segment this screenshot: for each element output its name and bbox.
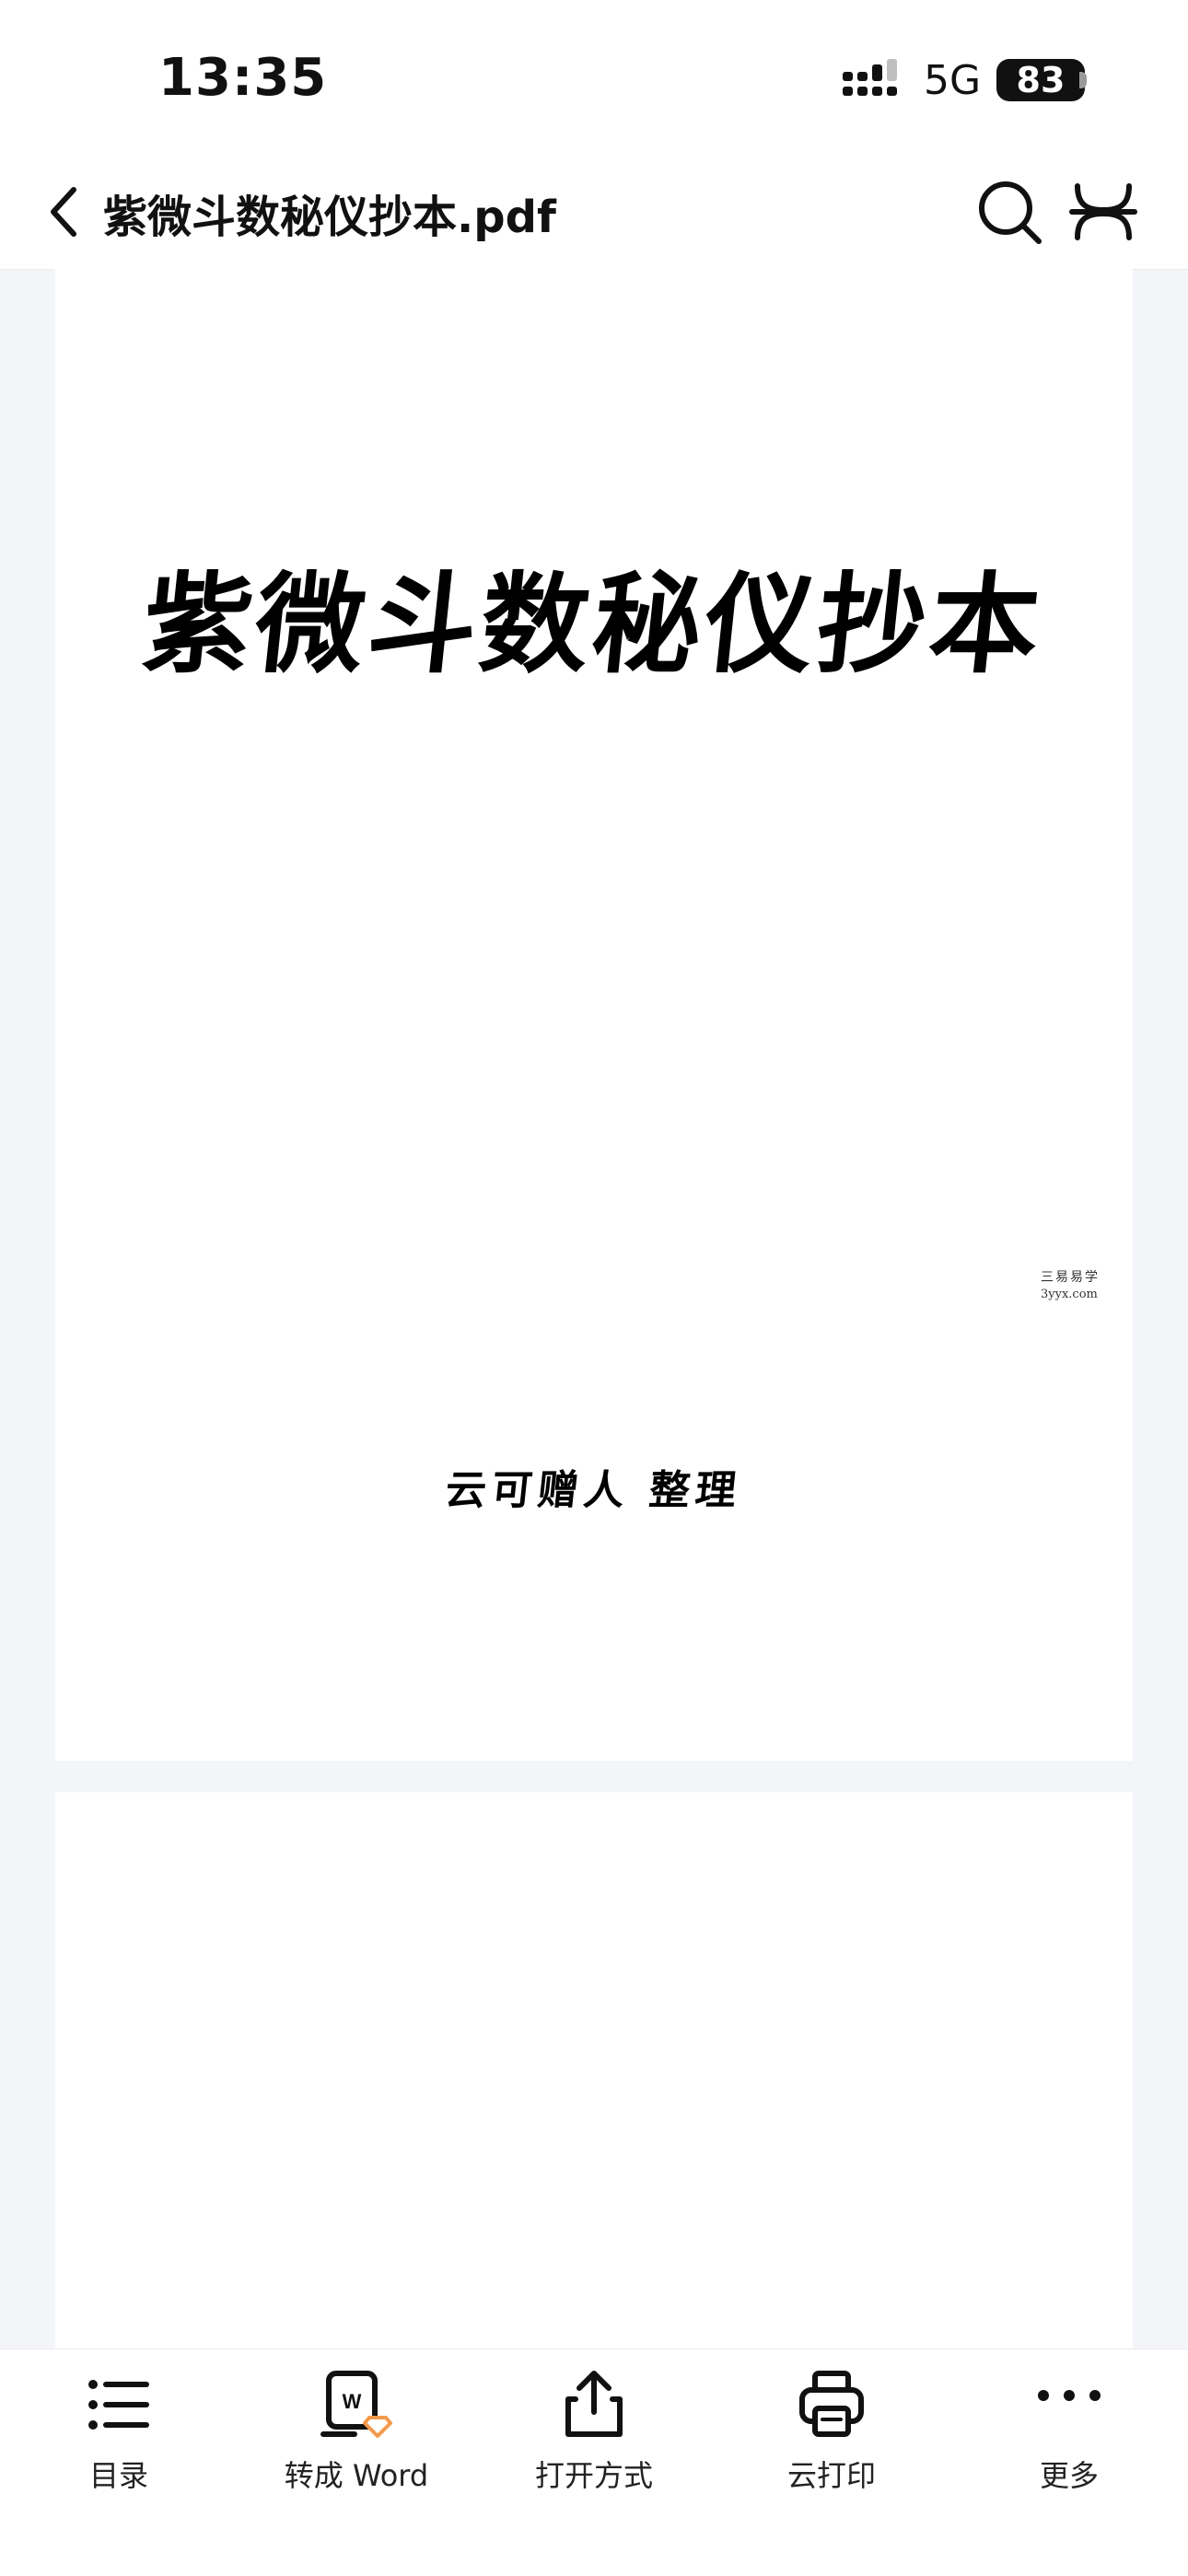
more-icon	[1038, 2390, 1101, 2401]
bottom-toolbar: 目录 W 转成 Word 打开方式 云打印 更多	[0, 2349, 1188, 2576]
watermark-site: 3yyx.com	[1041, 1288, 1098, 1301]
document-title: 紫微斗数秘仪抄本.pdf	[103, 192, 556, 243]
svg-text:W: W	[343, 2390, 362, 2413]
toolbar-convert-word-button[interactable]: W 转成 Word	[238, 2349, 475, 2576]
toolbar-convert-word-label: 转成 Word	[284, 2458, 429, 2493]
toolbar-open-with-label: 打开方式	[534, 2458, 653, 2493]
toolbar-more-label: 更多	[1039, 2458, 1099, 2493]
watermark: 三易易学 3yyx.com	[985, 1267, 1105, 1311]
printer-icon	[799, 2371, 864, 2437]
toolbar-more-button[interactable]: 更多	[950, 2349, 1188, 2576]
search-icon[interactable]	[974, 177, 1044, 247]
chevron-left-icon[interactable]	[37, 181, 92, 243]
nav-bar: 紫微斗数秘仪抄本.pdf	[0, 155, 1188, 270]
battery-icon: 83	[996, 59, 1085, 101]
battery-level: 83	[1016, 60, 1066, 100]
toolbar-catalog-button[interactable]: 目录	[0, 2349, 238, 2576]
toolbar-open-with-button[interactable]: 打开方式	[475, 2349, 713, 2576]
network-type: 5G	[924, 57, 982, 104]
status-time: 13:35	[158, 48, 328, 108]
document-page-1[interactable]: 紫微斗数秘仪抄本 云可赠人 整理	[55, 269, 1133, 1761]
status-bar: 13:35 5G 83	[0, 0, 1188, 155]
signal-icon	[843, 59, 897, 96]
battery-cap	[1079, 72, 1087, 88]
tool-icon[interactable]	[1068, 177, 1138, 247]
toolbar-catalog-label: 目录	[88, 2458, 148, 2493]
toolbar-cloud-print-label: 云打印	[786, 2458, 876, 2493]
cover-author: 云可赠人 整理	[443, 1467, 744, 1514]
toolbar-cloud-print-button[interactable]: 云打印	[713, 2349, 950, 2576]
share-icon	[565, 2371, 623, 2437]
cover-title: 紫微斗数秘仪抄本	[136, 560, 1050, 688]
word-convert-icon: W	[320, 2371, 392, 2438]
list-icon	[88, 2380, 149, 2430]
watermark-name: 三易易学	[1041, 1270, 1100, 1285]
document-page-2[interactable]	[55, 1792, 1133, 2349]
